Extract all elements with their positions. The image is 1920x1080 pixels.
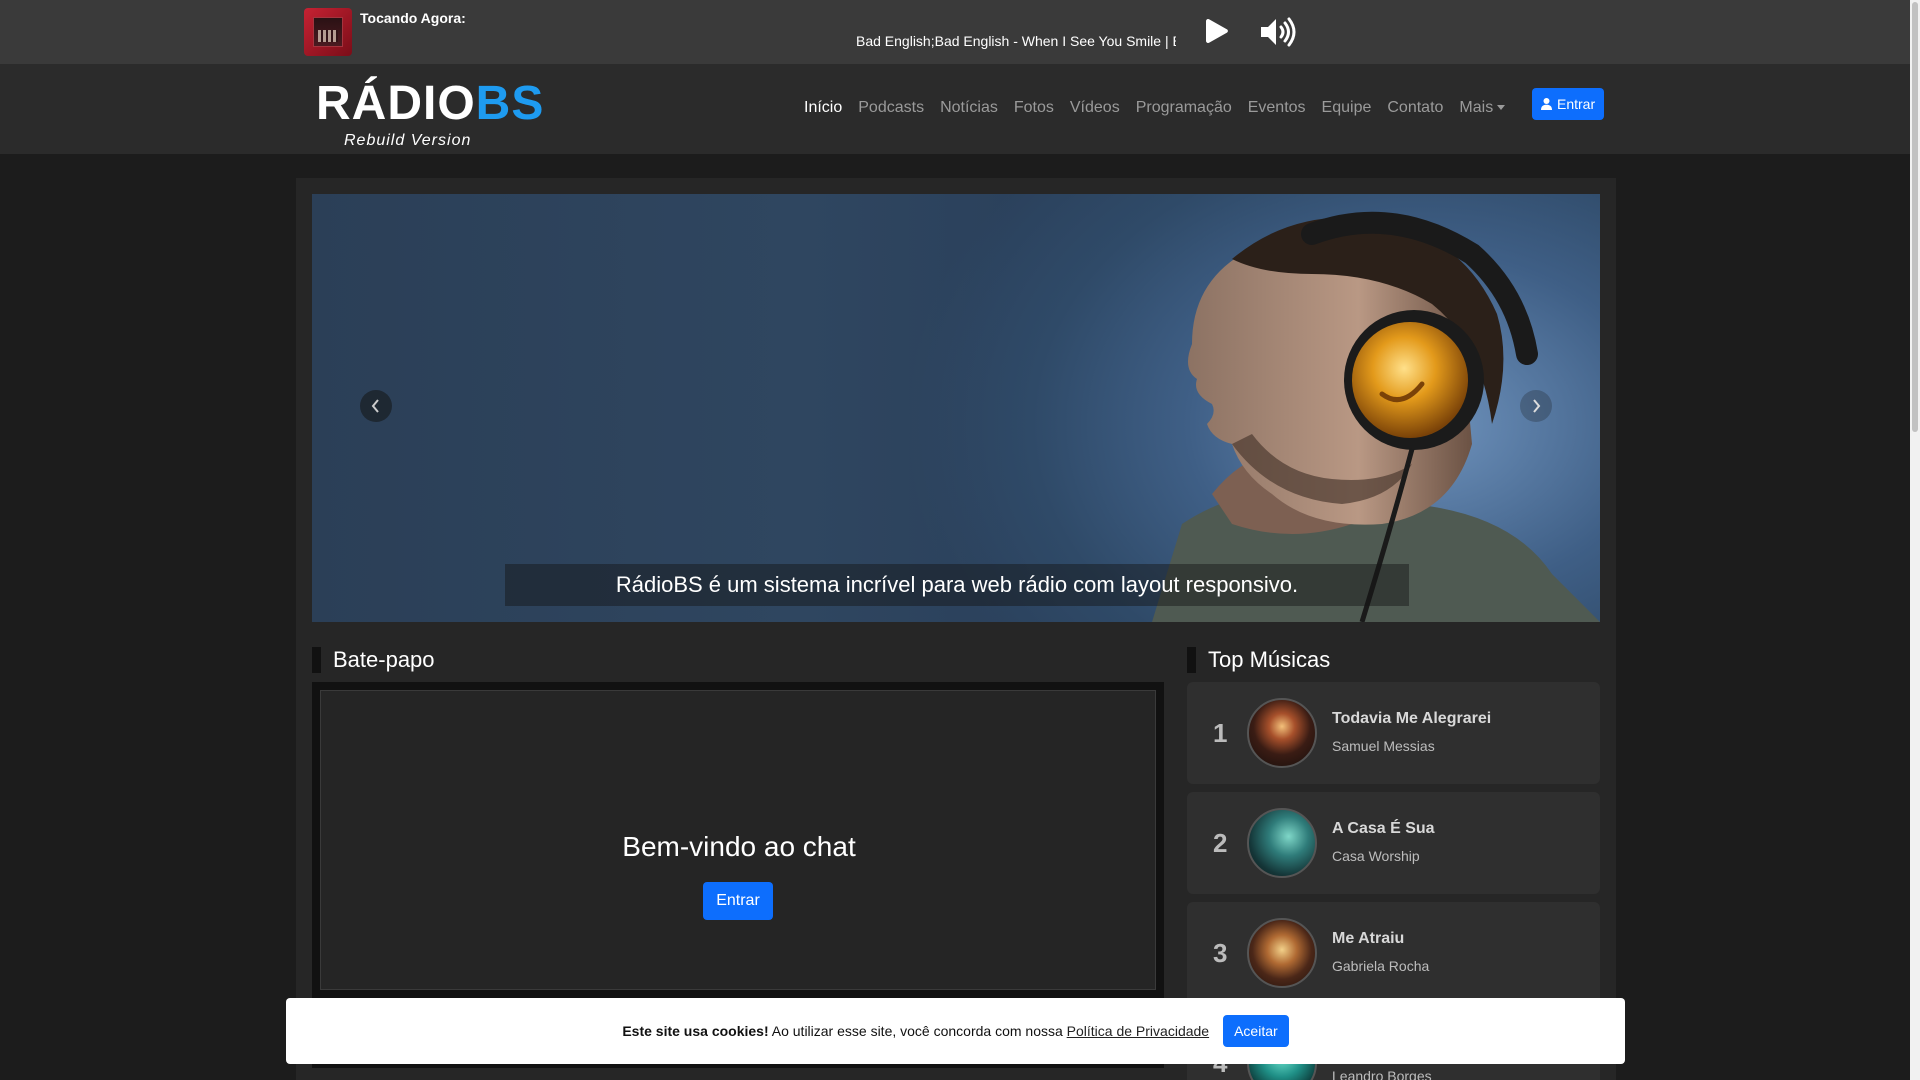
now-playing-label: Tocando Agora: [360, 10, 466, 26]
play-button[interactable] [1202, 16, 1232, 46]
cookie-bold-text: Este site usa cookies! [622, 1023, 769, 1039]
caret-down-icon [1497, 105, 1506, 111]
nav-menu: Início Podcasts Notícias Fotos Vídeos Pr… [796, 94, 1513, 122]
carousel-caption: RádioBS é um sistema incrível para web r… [505, 564, 1409, 606]
play-icon [1206, 19, 1228, 43]
logo-subtitle: Rebuild Version [344, 132, 472, 149]
nav-link-contato[interactable]: Contato [1379, 94, 1451, 122]
chat-enter-button[interactable]: Entrar [703, 882, 773, 920]
album-cover [304, 8, 352, 56]
privacy-policy-link[interactable]: Política de Privacidade [1067, 1023, 1209, 1039]
chat-welcome-text: Bem-vindo ao chat [622, 831, 856, 862]
song-title: Me Atraiu [1332, 930, 1405, 947]
user-icon [1541, 98, 1552, 110]
logo-text-radio: RÁDIO [316, 77, 476, 130]
chat-panel: Bem-vindo ao chat Entrar [320, 690, 1156, 990]
volume-icon [1261, 17, 1296, 47]
login-button-label: Entrar [1557, 96, 1596, 112]
nav-link-equipe[interactable]: Equipe [1314, 94, 1380, 122]
main-container: RádioBS é um sistema incrível para web r… [296, 178, 1616, 1080]
top-music-section-title: Top Músicas [1187, 647, 1330, 673]
song-title: A Casa É Sua [1332, 820, 1435, 837]
nav-link-mais-label: Mais [1459, 99, 1494, 116]
page-scrollbar[interactable] [1910, 0, 1920, 1080]
song-artist: Leandro Borges [1332, 1068, 1432, 1080]
site-logo[interactable]: RÁDIOBS Rebuild Version [316, 76, 543, 149]
scrollbar-thumb[interactable] [1912, 2, 1918, 432]
nav-link-videos[interactable]: Vídeos [1062, 94, 1128, 122]
nav-link-inicio[interactable]: Início [796, 94, 850, 122]
logo-text-bs: BS [475, 77, 545, 130]
rank-number: 3 [1213, 938, 1228, 968]
song-title: Todavia Me Alegrarei [1332, 710, 1492, 727]
album-art [1247, 698, 1317, 768]
song-artist: Casa Worship [1332, 848, 1420, 864]
album-art [1247, 918, 1317, 988]
chat-section-title: Bate-papo [312, 647, 435, 673]
hero-carousel: RádioBS é um sistema incrível para web r… [312, 194, 1600, 622]
login-button[interactable]: Entrar [1532, 88, 1605, 120]
cookie-banner: Este site usa cookies! Ao utilizar esse … [286, 998, 1625, 1064]
top-music-item[interactable]: 2 A Casa É Sua Casa Worship [1187, 792, 1600, 894]
album-art [1247, 808, 1317, 878]
nav-link-programacao[interactable]: Programação [1128, 94, 1240, 122]
chevron-left-icon [371, 399, 379, 413]
carousel-prev-button[interactable] [360, 390, 392, 422]
nav-link-podcasts[interactable]: Podcasts [850, 94, 932, 122]
top-music-item[interactable]: 1 Todavia Me Alegrarei Samuel Messias [1187, 682, 1600, 784]
nav-dropdown-mais[interactable]: Mais [1451, 94, 1513, 122]
nav-link-fotos[interactable]: Fotos [1006, 94, 1062, 122]
top-music-item[interactable]: 3 Me Atraiu Gabriela Rocha [1187, 902, 1600, 1004]
rank-number: 1 [1213, 718, 1228, 748]
cookie-accept-button[interactable]: Aceitar [1223, 1015, 1289, 1047]
rank-number: 2 [1213, 828, 1228, 858]
track-marquee: Bad English;Bad English - When I See You… [856, 33, 1176, 49]
hero-image [1152, 211, 1600, 622]
player-bar: Tocando Agora: Bad English;Bad English -… [0, 0, 1910, 64]
carousel-next-button[interactable] [1520, 390, 1552, 422]
main-navbar: RÁDIOBS Rebuild Version Início Podcasts … [0, 64, 1910, 154]
volume-button[interactable] [1259, 16, 1299, 48]
cookie-text: Ao utilizar esse site, você concorda com… [771, 1023, 1063, 1039]
nav-link-noticias[interactable]: Notícias [932, 94, 1006, 122]
nav-link-eventos[interactable]: Eventos [1240, 94, 1314, 122]
song-artist: Gabriela Rocha [1332, 958, 1430, 974]
chevron-right-icon [1533, 399, 1541, 413]
song-artist: Samuel Messias [1332, 738, 1435, 754]
